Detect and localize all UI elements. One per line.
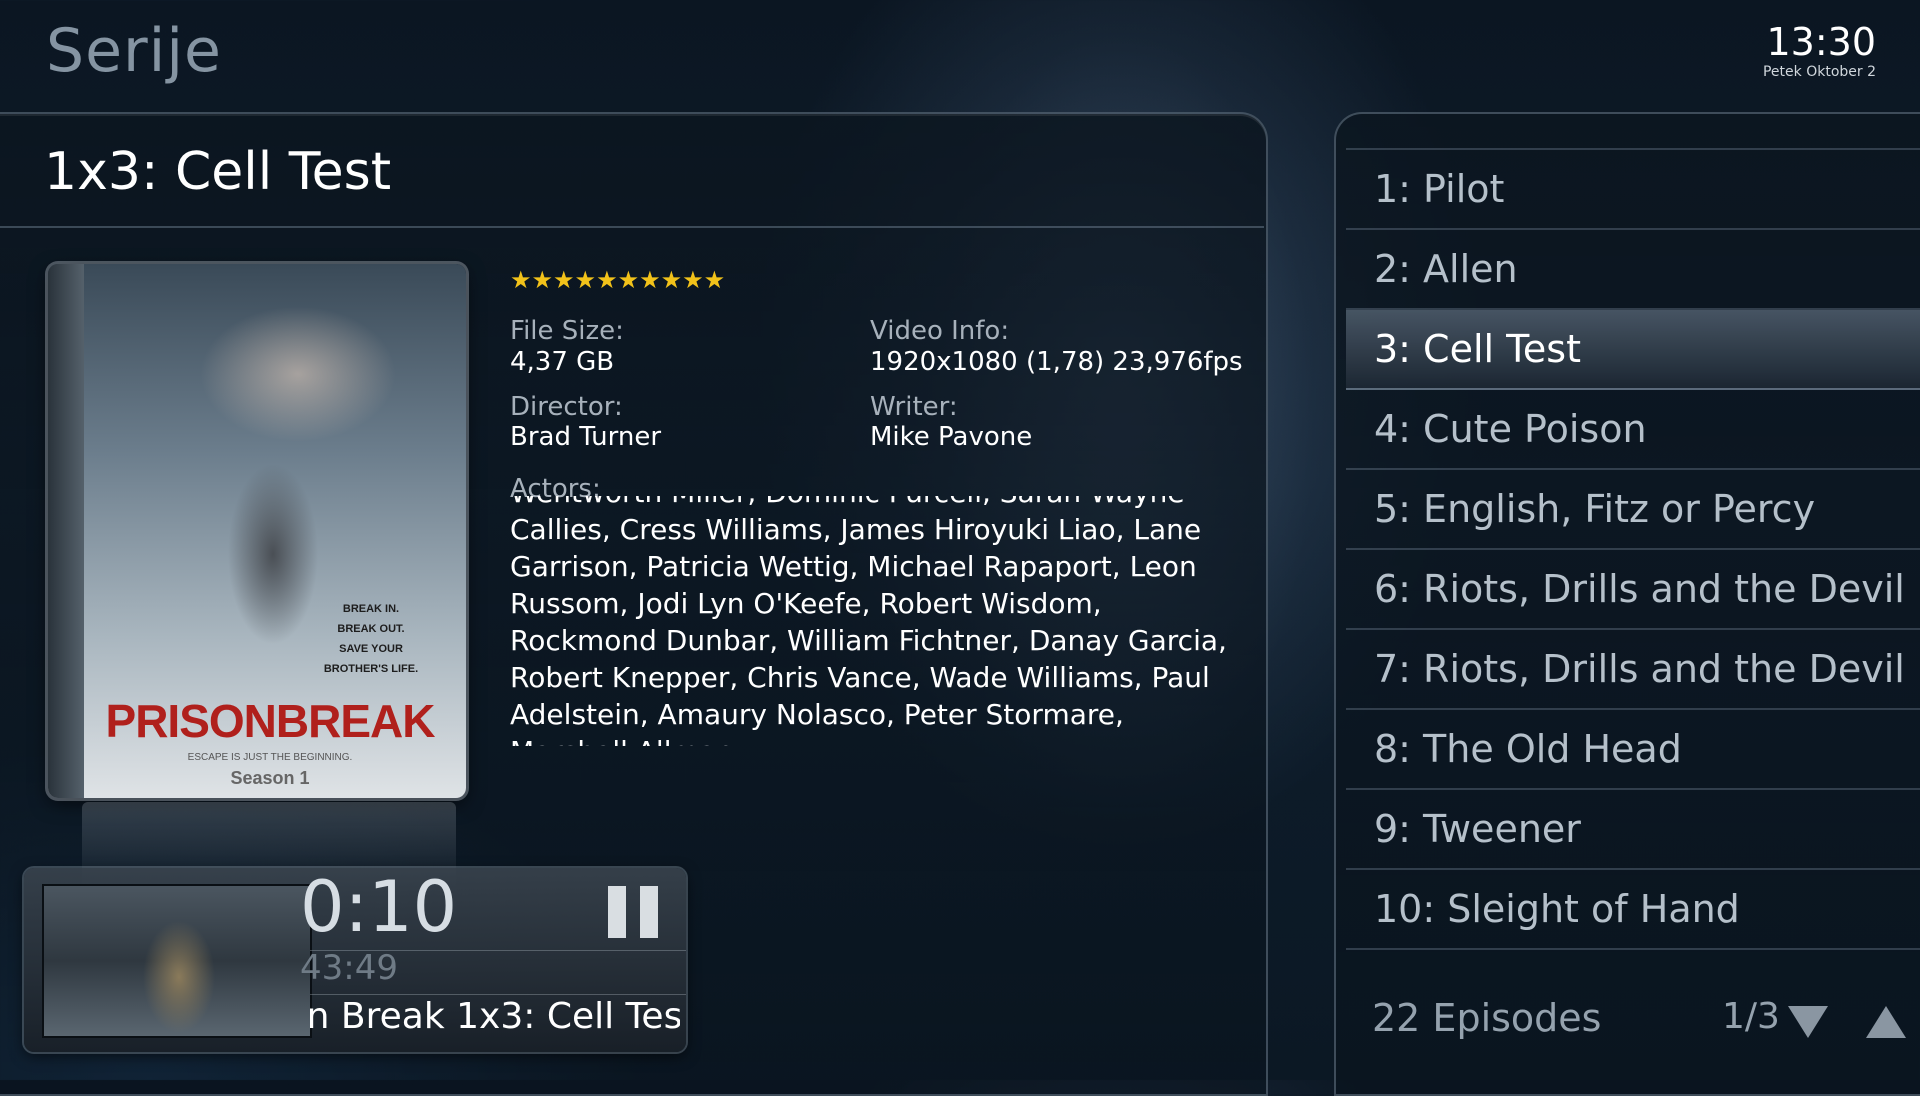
episode-title: 1x3: Cell Test	[44, 142, 392, 202]
poster-subtitle: ESCAPE IS JUST THE BEGINNING.	[187, 752, 353, 763]
poster-case-spine	[48, 264, 84, 798]
episode-list-item[interactable]: 3: Cell Test	[1346, 310, 1920, 390]
page-down-arrow-icon[interactable]	[1788, 1006, 1828, 1038]
writer-label: Writer:	[870, 392, 958, 422]
poster-logo: PRISONBREAK	[105, 695, 436, 747]
episode-list-item[interactable]: 7: Riots, Drills and the Devil	[1346, 630, 1920, 710]
episode-list-item[interactable]: 5: English, Fitz or Percy	[1346, 470, 1920, 550]
now-playing-title-text: Prison Break 1x3: Cell Test	[310, 996, 680, 1037]
episode-list-item[interactable]: 8: The Old Head	[1346, 710, 1920, 790]
director-value: Brad Turner	[510, 422, 662, 452]
thumbnail-figure	[134, 902, 224, 1036]
section-title: Serije	[46, 16, 222, 86]
episode-list-item[interactable]: 4: Cute Poison	[1346, 390, 1920, 470]
video-info-value: 1920x1080 (1,78) 23,976fps	[870, 347, 1250, 377]
elapsed-time: 0:10	[300, 868, 458, 948]
episode-list-footer: 22 Episodes 1/3	[1346, 990, 1920, 1050]
season-poster: BREAK IN. BREAK OUT. SAVE YOUR BROTHER'S…	[48, 264, 466, 798]
now-playing-title: Prison Break 1x3: Cell Test	[310, 996, 680, 1046]
episode-list-item[interactable]: 1: Pilot	[1346, 150, 1920, 230]
pause-bar-left	[608, 886, 626, 938]
actors-text: Wentworth Miller, Dominic Purcell, Sarah…	[510, 496, 1227, 746]
total-time: 43:49	[300, 948, 398, 988]
clock: 13:30 Petek Oktober 2	[1763, 20, 1876, 80]
episode-list-item[interactable]: 9: Tweener	[1346, 790, 1920, 870]
poster-season: Season 1	[230, 768, 310, 788]
episode-list-item[interactable]: 2: Allen	[1346, 230, 1920, 310]
page-up-arrow-icon[interactable]	[1866, 1006, 1906, 1038]
director-label: Director:	[510, 392, 623, 422]
now-playing-thumbnail[interactable]	[42, 884, 312, 1038]
episode-list: 1: Pilot 2: Allen 3: Cell Test 4: Cute Pois…	[1346, 148, 1920, 950]
episode-list-item[interactable]: 6: Riots, Drills and the Devil	[1346, 550, 1920, 630]
now-playing-divider-lower	[310, 994, 686, 995]
episode-count: 22 Episodes	[1372, 996, 1602, 1040]
poster-tagline: BREAK IN. BREAK OUT. SAVE YOUR BROTHER'S…	[323, 603, 419, 675]
file-size-value: 4,37 GB	[510, 347, 615, 377]
video-info-text: 1920x1080 (1,78) 23,976fps	[870, 347, 1243, 377]
page-indicator: 1/3	[1722, 996, 1780, 1037]
actors-list: Wentworth Miller, Dominic Purcell, Sarah…	[510, 496, 1230, 746]
episode-list-item[interactable]: 10: Sleight of Hand	[1346, 870, 1920, 950]
star-rating: ★★★★★★★★★★	[510, 266, 726, 294]
pause-icon[interactable]	[608, 886, 660, 938]
title-divider	[0, 226, 1264, 228]
pause-bar-right	[640, 886, 658, 938]
clock-time: 13:30	[1766, 20, 1876, 64]
now-playing-widget[interactable]: 0:10 43:49 Prison Break 1x3: Cell Test	[24, 868, 686, 1052]
writer-value: Mike Pavone	[870, 422, 1033, 452]
video-info-label: Video Info:	[870, 316, 1010, 346]
file-size-label: File Size:	[510, 316, 624, 346]
clock-date: Petek Oktober 2	[1762, 64, 1876, 80]
